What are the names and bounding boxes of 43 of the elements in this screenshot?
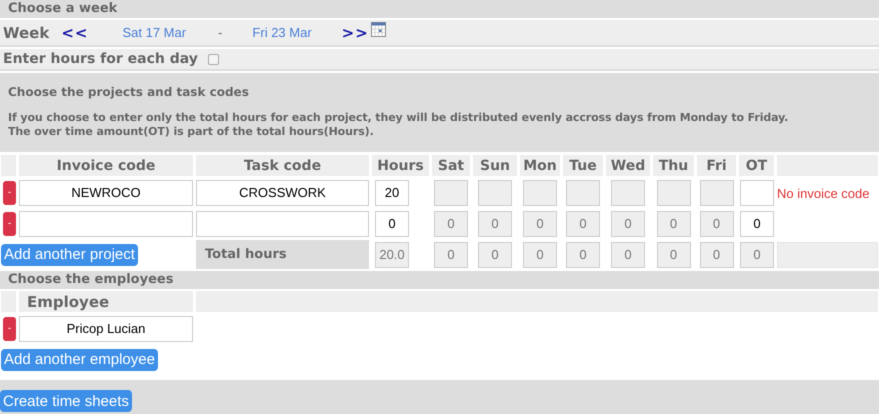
- add-employee-button[interactable]: Add another employee: [1, 348, 158, 370]
- info-text: The over time amount(OT) is part of the total hours(Hours).: [8, 125, 375, 139]
- calendar-icon[interactable]: [370, 22, 386, 37]
- column-header: OT: [739, 155, 774, 176]
- column-header: Employee: [19, 291, 193, 312]
- add-project-button[interactable]: Add another project: [1, 244, 138, 266]
- column-header: Invoice code: [19, 155, 193, 176]
- column-header: Task code: [196, 155, 369, 176]
- invoice-code-field[interactable]: NEWROCO: [19, 180, 193, 206]
- week-label: Week: [3, 24, 50, 42]
- overtime-field[interactable]: 0: [740, 210, 774, 236]
- task-code-field[interactable]: CROSSWORK: [196, 180, 369, 206]
- section-header: Choose a week: [0, 0, 879, 18]
- column-header: Fri: [697, 155, 736, 176]
- column-header: Thu: [653, 155, 694, 176]
- daily-hours-label: Enter hours for each day: [3, 51, 198, 67]
- remove-button[interactable]: -: [3, 180, 16, 205]
- next-week-link[interactable]: >>: [342, 24, 369, 42]
- remove-button[interactable]: -: [3, 212, 16, 236]
- hours-field[interactable]: 0: [375, 210, 409, 236]
- column-header: Mon: [520, 155, 560, 176]
- invoice-code-field[interactable]: [19, 210, 193, 236]
- column-header: Sun: [473, 155, 517, 176]
- previous-week-link[interactable]: <<: [61, 24, 88, 42]
- section-title: Choose the projects and task codes: [8, 85, 250, 99]
- task-code-field[interactable]: [196, 210, 369, 236]
- column-header: Tue: [563, 155, 603, 176]
- date-separator: -: [218, 25, 222, 40]
- section-header: Choose the employees: [0, 271, 879, 289]
- overtime-field[interactable]: [740, 180, 774, 206]
- employee-field[interactable]: Pricop Lucian: [19, 316, 193, 342]
- info-text: If you choose to enter only the total hours for each project, they will be distributed evenly accross days from Monday to Friday.: [8, 111, 790, 125]
- end-date-link[interactable]: Fri 23 Mar: [252, 25, 312, 40]
- start-date-link[interactable]: Sat 17 Mar: [122, 25, 186, 40]
- remove-button[interactable]: -: [3, 316, 16, 341]
- daily-hours-checkbox[interactable]: [208, 54, 219, 64]
- create-time-sheets-button[interactable]: Create time sheets: [0, 390, 132, 412]
- column-header: Wed: [606, 155, 650, 176]
- total-hours-label: Total hours: [196, 240, 369, 269]
- column-header: Sat: [432, 155, 470, 176]
- error-message: No invoice code: [777, 186, 870, 201]
- column-header: Hours: [372, 155, 429, 176]
- hours-field[interactable]: 20: [375, 180, 409, 206]
